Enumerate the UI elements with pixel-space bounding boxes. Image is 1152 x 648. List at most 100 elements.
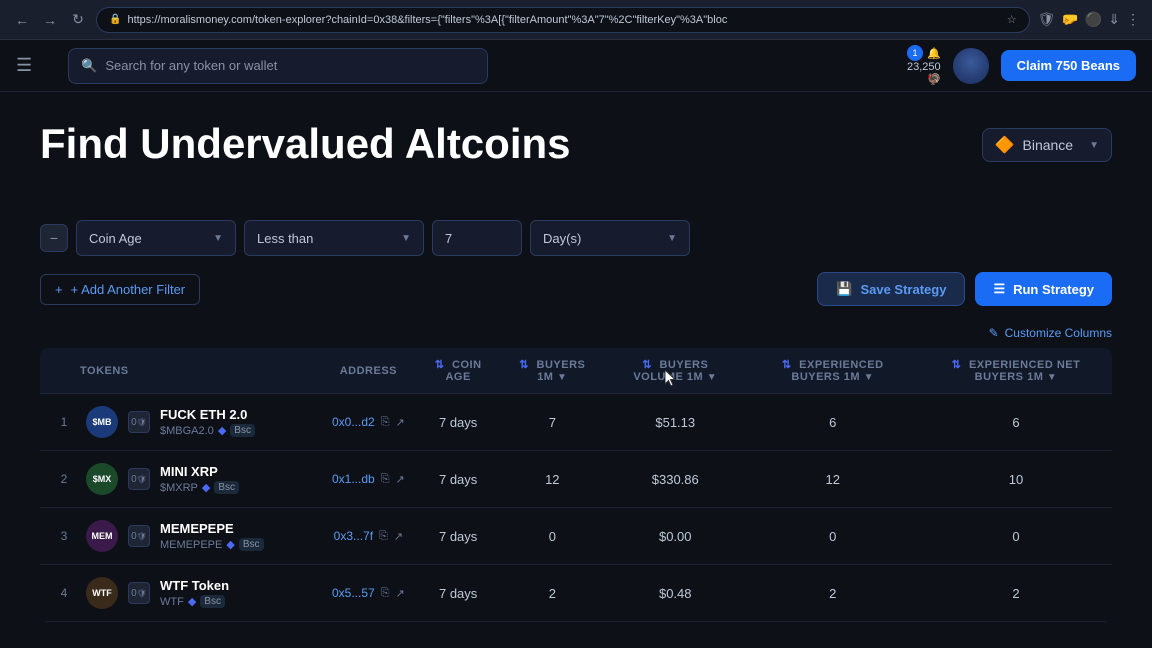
chain-icon: 🔶 — [995, 135, 1015, 155]
buyers-cell: 2 — [500, 565, 606, 622]
token-cell: WTF 0🛡 WTF Token WTF ◆ Bsc — [78, 577, 229, 609]
filter-operator-select[interactable]: Less than ▼ — [244, 220, 424, 256]
external-link-icon[interactable]: ↗ — [396, 473, 405, 486]
buyers-cell: 12 — [500, 451, 606, 508]
chain-chevron-icon: ▼ — [1089, 140, 1099, 151]
main-content: Find Undervalued Altcoins 🔶 Binance ▼ − … — [0, 92, 1152, 638]
filter-remove-button[interactable]: − — [40, 224, 68, 252]
token-info: MINI XRP $MXRP ◆ Bsc — [160, 464, 239, 494]
run-icon: ☰ — [993, 281, 1005, 297]
chain-badge: Bsc — [230, 424, 255, 437]
experienced-net-buyers-cell: 6 — [920, 394, 1112, 451]
app-header: ☰ 🔍 Search for any token or wallet 1 🔔 2… — [0, 40, 1152, 92]
exp-buyers-sort-icon: ⇅ — [782, 359, 792, 371]
filter-key-select[interactable]: Coin Age ▼ — [76, 220, 236, 256]
notification-badge: 1 — [907, 45, 923, 61]
beans-counter: 1 🔔 23,250 🦃 — [907, 45, 941, 86]
row-number: 2 — [48, 472, 72, 486]
extensions-icon[interactable]: 🤛 — [1061, 11, 1078, 28]
address-value: 0x5...57 — [332, 586, 375, 600]
customize-columns-button[interactable]: ✎ Customize Columns — [989, 326, 1112, 340]
copy-icon[interactable]: ⎘ — [379, 530, 388, 543]
copy-icon[interactable]: ⎘ — [381, 473, 390, 486]
buyers-cell: 7 — [500, 394, 606, 451]
token-sub: $MXRP ◆ Bsc — [160, 481, 239, 494]
buyers-volume-cell: $51.13 — [605, 394, 745, 451]
chain-name: Binance — [1023, 137, 1074, 153]
address-bar[interactable]: 🔒 https://moralismoney.com/token-explore… — [96, 7, 1030, 33]
buyers-volume-column-header[interactable]: ⇅ BUYERS VOLUME 1M ▼ — [605, 348, 745, 394]
exp-net-buyers-sort-icon: ⇅ — [952, 359, 962, 371]
shield-badge: 0🛡 — [128, 468, 150, 490]
chain-badge: Bsc — [239, 538, 264, 551]
shield-badge: 0🛡 — [128, 582, 150, 604]
external-link-icon[interactable]: ↗ — [396, 587, 405, 600]
customize-columns-row: ✎ Customize Columns — [40, 326, 1112, 340]
customize-icon: ✎ — [989, 326, 999, 340]
download-icon[interactable]: ⇓ — [1108, 11, 1120, 28]
token-sub: $MBGA2.0 ◆ Bsc — [160, 424, 255, 437]
tokens-column-header: TOKENS — [40, 348, 320, 394]
bookmark-icon: ☆ — [1007, 13, 1017, 26]
token-cell: MEM 0🛡 MEMEPEPE MEMEPEPE ◆ Bsc — [78, 520, 264, 552]
external-link-icon[interactable]: ↗ — [394, 530, 403, 543]
address-column-header: ADDRESS — [320, 348, 417, 394]
table-header-row: TOKENS ADDRESS ⇅ COIN AGE ⇅ BUYERS 1M ▼ — [40, 348, 1112, 394]
exp-buyers-filter-icon: ▼ — [864, 372, 874, 383]
token-sub: MEMEPEPE ◆ Bsc — [160, 538, 264, 551]
back-button[interactable]: ← — [12, 10, 32, 30]
beans-count: 23,250 — [907, 61, 941, 73]
table-row: 3 MEM 0🛡 MEMEPEPE MEMEPEPE ◆ Bsc 0x3...7… — [40, 508, 1112, 565]
shield-badge: 0🛡 — [128, 525, 150, 547]
external-link-icon[interactable]: ↗ — [396, 416, 405, 429]
buyers-volume-cell: $0.48 — [605, 565, 745, 622]
row-number: 1 — [48, 415, 72, 429]
filter-value-input[interactable]: 7 — [432, 220, 522, 256]
forward-button[interactable]: → — [40, 10, 60, 30]
token-name: MINI XRP — [160, 464, 239, 479]
search-icon: 🔍 — [81, 58, 97, 74]
chain-badge: Bsc — [200, 595, 225, 608]
filter-operator-chevron-icon: ▼ — [401, 233, 411, 244]
copy-icon[interactable]: ⎘ — [381, 587, 390, 600]
row-number: 4 — [48, 586, 72, 600]
save-icon: 💾 — [836, 281, 852, 297]
coin-age-column-header[interactable]: ⇅ COIN AGE — [417, 348, 500, 394]
buyers-column-header[interactable]: ⇅ BUYERS 1M ▼ — [500, 348, 606, 394]
menu-icon[interactable]: ⋮ — [1126, 11, 1140, 28]
token-cell: $MB 0🛡 FUCK ETH 2.0 $MBGA2.0 ◆ Bsc — [78, 406, 255, 438]
filter-unit-select[interactable]: Day(s) ▼ — [530, 220, 690, 256]
refresh-button[interactable]: ↻ — [68, 10, 88, 30]
experienced-net-buyers-column-header[interactable]: ⇅ EXPERIENCED NET BUYERS 1M ▼ — [920, 348, 1112, 394]
header-right: 1 🔔 23,250 🦃 Claim 750 Beans — [907, 45, 1136, 86]
chain-selector[interactable]: 🔶 Binance ▼ — [982, 128, 1112, 162]
profile-icon[interactable]: ⚫ — [1085, 11, 1102, 28]
notification-icon: 🔔 — [927, 47, 941, 60]
experienced-buyers-cell: 0 — [745, 508, 920, 565]
add-filter-button[interactable]: + + Add Another Filter — [40, 274, 200, 305]
chain-badge: Bsc — [214, 481, 239, 494]
shield-browser-icon[interactable]: 🛡 — [1038, 11, 1056, 28]
strategy-buttons: 💾 Save Strategy ☰ Run Strategy — [817, 272, 1112, 306]
browser-action-buttons: 🛡 🤛 ⚫ ⇓ ⋮ — [1038, 11, 1140, 28]
hamburger-menu-button[interactable]: ☰ — [16, 55, 32, 76]
token-sub: WTF ◆ Bsc — [160, 595, 229, 608]
address-cell: 0x3...7f ⎘ ↗ — [320, 508, 417, 565]
address-value: 0x1...db — [332, 472, 375, 486]
page-title: Find Undervalued Altcoins — [40, 120, 571, 168]
token-cell: $MX 0🛡 MINI XRP $MXRP ◆ Bsc — [78, 463, 239, 495]
filter-key-chevron-icon: ▼ — [213, 233, 223, 244]
run-strategy-button[interactable]: ☰ Run Strategy — [975, 272, 1112, 306]
row-number: 3 — [48, 529, 72, 543]
claim-beans-button[interactable]: Claim 750 Beans — [1001, 50, 1136, 81]
save-strategy-label: Save Strategy — [860, 282, 946, 297]
coin-age-cell: 7 days — [417, 565, 500, 622]
avatar[interactable] — [953, 48, 989, 84]
token-info: MEMEPEPE MEMEPEPE ◆ Bsc — [160, 521, 264, 551]
token-info: FUCK ETH 2.0 $MBGA2.0 ◆ Bsc — [160, 407, 255, 437]
browser-chrome: ← → ↻ 🔒 https://moralismoney.com/token-e… — [0, 0, 1152, 40]
copy-icon[interactable]: ⎘ — [381, 416, 390, 429]
save-strategy-button[interactable]: 💾 Save Strategy — [817, 272, 965, 306]
experienced-buyers-column-header[interactable]: ⇅ EXPERIENCED BUYERS 1M ▼ — [745, 348, 920, 394]
token-search-bar[interactable]: 🔍 Search for any token or wallet — [68, 48, 488, 84]
